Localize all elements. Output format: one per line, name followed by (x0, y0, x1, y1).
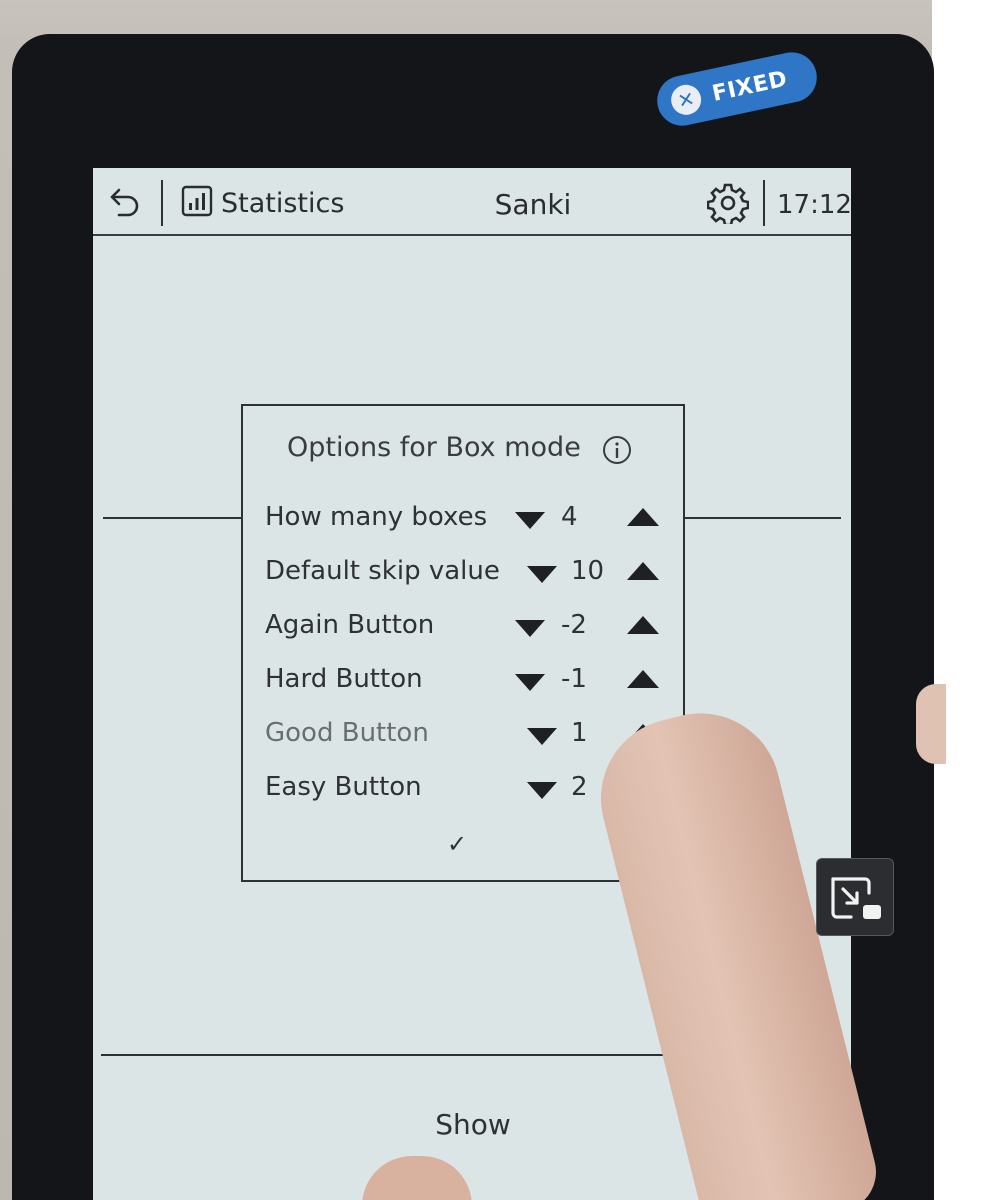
option-label: How many boxes (265, 502, 488, 532)
card-divider (103, 517, 243, 519)
card-divider (683, 517, 841, 519)
decrease-arrow-icon[interactable] (515, 674, 545, 691)
top-bar: Statistics Sanki 17:12 (93, 168, 851, 236)
finger-edge (916, 684, 946, 764)
option-value: 10 (571, 556, 605, 586)
gear-icon[interactable] (706, 182, 750, 227)
option-value: 4 (561, 502, 578, 532)
option-row-how-many-boxes: How many boxes 4 (265, 498, 665, 538)
decrease-arrow-icon[interactable] (515, 512, 545, 529)
increase-arrow-icon[interactable] (627, 616, 659, 634)
decrease-arrow-icon[interactable] (527, 782, 557, 799)
fixed-badge-label: FIXED (709, 66, 790, 107)
dialog-title: Options for Box mode (287, 432, 581, 463)
topbar-separator (161, 180, 163, 226)
exit-picture-in-picture-icon[interactable] (816, 858, 894, 936)
option-row-default-skip-value: Default skip value 10 (265, 552, 665, 592)
option-row-good-button: Good Button 1 (265, 714, 665, 754)
option-value: -1 (561, 664, 587, 694)
decrease-arrow-icon[interactable] (527, 728, 557, 745)
option-label: Hard Button (265, 664, 423, 694)
option-value: 2 (571, 772, 588, 802)
increase-arrow-icon[interactable] (627, 508, 659, 526)
bar-chart-icon (181, 185, 213, 221)
decrease-arrow-icon[interactable] (515, 620, 545, 637)
increase-arrow-icon[interactable] (627, 670, 659, 688)
show-answer-button[interactable]: Show (383, 1108, 563, 1141)
increase-arrow-icon[interactable] (627, 562, 659, 580)
option-row-hard-button: Hard Button -1 (265, 660, 665, 700)
info-icon[interactable] (601, 434, 633, 466)
option-value: -2 (561, 610, 587, 640)
statistics-button[interactable]: Statistics (181, 184, 344, 222)
decrease-arrow-icon[interactable] (527, 566, 557, 583)
topbar-separator (763, 180, 765, 226)
x-circle-icon: ✕ (668, 82, 704, 118)
option-label: Default skip value (265, 556, 500, 586)
option-label: Easy Button (265, 772, 422, 802)
option-label: Again Button (265, 610, 435, 640)
confirm-checkmark-button[interactable]: ✓ (447, 830, 467, 858)
undo-arrow-icon[interactable] (107, 184, 143, 220)
app-title: Sanki (494, 188, 572, 221)
clock: 17:12 (777, 190, 851, 220)
option-value: 1 (571, 718, 588, 748)
option-label: Good Button (265, 718, 429, 748)
option-row-again-button: Again Button -2 (265, 606, 665, 646)
statistics-label: Statistics (221, 187, 345, 219)
